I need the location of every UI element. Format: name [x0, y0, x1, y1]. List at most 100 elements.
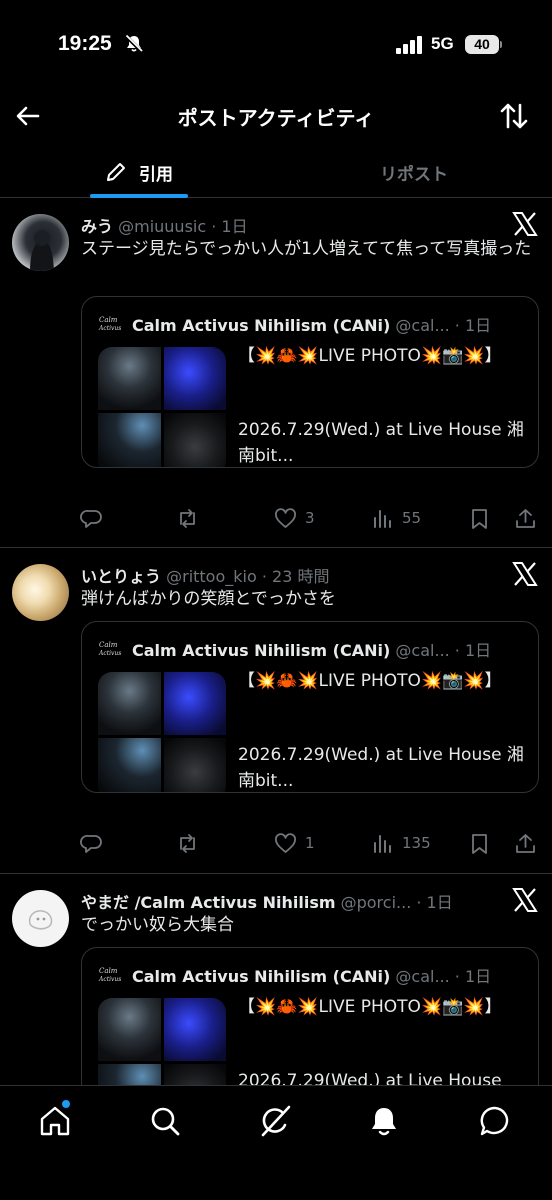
x-logo-icon[interactable]: [512, 211, 538, 237]
svg-text:Activus: Activus: [98, 325, 121, 332]
quote-title: 【💥🦀💥LIVE PHOTO💥📸💥】: [238, 346, 502, 366]
repost-button[interactable]: [176, 828, 207, 858]
svg-text:Activus: Activus: [98, 976, 121, 983]
handle[interactable]: @miuuusic: [118, 217, 206, 236]
post[interactable]: やまだ /Calm Activus Nihilism @porci... · 1…: [0, 875, 552, 1085]
handle[interactable]: @porci...: [341, 893, 412, 912]
quote-handle: @cal...: [395, 967, 450, 986]
live-photo-thumbnail[interactable]: [98, 998, 226, 1085]
sort-icon[interactable]: [498, 100, 530, 132]
avatar[interactable]: [12, 564, 69, 621]
share-button[interactable]: [514, 503, 537, 533]
notification-dot: [62, 1100, 70, 1108]
views-chart-icon: [374, 834, 391, 853]
post-time: · 1日: [416, 893, 453, 912]
quote-display-name: Calm Activus Nihilism (CANi): [132, 967, 391, 986]
active-tab-indicator: [90, 194, 188, 198]
bottom-nav: [0, 1085, 552, 1200]
x-logo-icon[interactable]: [512, 561, 538, 587]
reply-button[interactable]: [80, 503, 111, 533]
status-bar: 19:25 5G 40: [0, 0, 552, 90]
repost-icon: [180, 508, 195, 528]
quote-time: · 1日: [454, 641, 492, 660]
photo-guitarist-blue: [163, 347, 226, 410]
display-name[interactable]: やまだ /Calm Activus Nihilism: [81, 893, 336, 912]
quote-header: Calm Activus Nihilism (CANi) @cal... · 1…: [132, 963, 502, 987]
share-button[interactable]: [514, 828, 537, 858]
grok-icon[interactable]: [258, 1104, 292, 1138]
post[interactable]: みう @miuuusic · 1日 ステージ見たらでっかい人が1人増えてて焦って…: [0, 199, 552, 548]
avatar[interactable]: [12, 214, 69, 271]
quote-title: 【💥🦀💥LIVE PHOTO💥📸💥】: [238, 997, 502, 1017]
quoted-post-card[interactable]: Calm Activus Calm Activus Nihilism (CANi…: [81, 947, 539, 1085]
views-button[interactable]: 55: [371, 503, 421, 533]
messages-icon[interactable]: [478, 1104, 512, 1138]
bookmark-icon: [472, 508, 487, 529]
like-button[interactable]: 3: [274, 503, 315, 533]
post-header: みう @miuuusic · 1日: [81, 213, 506, 237]
bell-icon[interactable]: [367, 1104, 401, 1138]
battery-indicator: 40: [465, 35, 502, 54]
photo-drummer: [163, 1063, 226, 1085]
post-header: いとりょう @rittoo_kio · 23 時間: [81, 563, 506, 587]
bell-slash-icon: [124, 34, 144, 54]
display-name[interactable]: みう: [81, 217, 113, 236]
photo-guitarist-blue: [163, 998, 226, 1061]
post[interactable]: いとりょう @rittoo_kio · 23 時間 弾けんばかりの笑顔とでっかさ…: [0, 549, 552, 874]
bookmark-button[interactable]: [468, 503, 491, 533]
band-logo-icon: Calm Activus: [98, 967, 121, 983]
quotes-feed: みう @miuuusic · 1日 ステージ見たらでっかい人が1人増えてて焦って…: [0, 199, 552, 1085]
view-count: 135: [402, 834, 431, 852]
post-text: 弾けんばかりの笑顔とでっかさを: [81, 589, 336, 609]
live-photo-thumbnail[interactable]: [98, 672, 226, 792]
share-icon: [516, 508, 535, 528]
tab-quotes-label: 引用: [139, 164, 173, 185]
x-logo-icon[interactable]: [512, 887, 538, 913]
home-icon[interactable]: [38, 1104, 72, 1138]
tab-reposts[interactable]: リポスト: [340, 146, 488, 198]
photo-crowd: [98, 998, 161, 1061]
search-icon[interactable]: [148, 1104, 182, 1138]
photo-crowd: [98, 672, 161, 735]
display-name[interactable]: いとりょう: [81, 567, 161, 586]
quote-display-name: Calm Activus Nihilism (CANi): [132, 641, 391, 660]
svg-text:Activus: Activus: [98, 650, 121, 657]
repost-button[interactable]: [176, 503, 207, 533]
views-chart-icon: [374, 509, 391, 528]
svg-text:Calm: Calm: [99, 967, 118, 975]
photo-bassist: [98, 1063, 161, 1085]
share-icon: [516, 833, 535, 853]
repost-icon: [180, 833, 195, 853]
live-photo-thumbnail[interactable]: [98, 347, 226, 467]
quoted-post-card[interactable]: Calm Activus Calm Activus Nihilism (CANi…: [81, 296, 539, 468]
bookmark-button[interactable]: [468, 828, 491, 858]
svg-text:Calm: Calm: [99, 316, 118, 324]
post-actions: 3 55: [80, 503, 540, 533]
page-title: ポストアクティビティ: [177, 106, 375, 130]
heart-icon: [275, 507, 296, 528]
quote-body: 2026.7.29(Wed.) at Live House 湘南bit...: [238, 745, 524, 791]
post-text: でっかい奴ら大集合: [81, 915, 234, 935]
post-text: ステージ見たらでっかい人が1人増えてて焦って写真撮った: [81, 239, 532, 259]
views-button[interactable]: 135: [371, 828, 431, 858]
photo-drummer: [163, 412, 226, 467]
reply-icon: [80, 834, 102, 853]
post-actions: 1 135: [80, 828, 540, 858]
tab-quotes[interactable]: 引用: [90, 146, 188, 198]
quote-header: Calm Activus Nihilism (CANi) @cal... · 1…: [132, 637, 502, 661]
quote-time: · 1日: [454, 967, 492, 986]
like-count: 1: [305, 834, 315, 852]
tab-reposts-label: リポスト: [380, 164, 448, 185]
handle[interactable]: @rittoo_kio: [166, 567, 257, 586]
photo-drummer: [163, 737, 226, 792]
like-button[interactable]: 1: [274, 828, 315, 858]
quoted-post-card[interactable]: Calm Activus Calm Activus Nihilism (CANi…: [81, 621, 539, 793]
photo-crowd: [98, 347, 161, 410]
avatar[interactable]: [12, 890, 69, 947]
bookmark-icon: [472, 833, 487, 854]
reply-button[interactable]: [80, 828, 111, 858]
battery-tip: [500, 41, 502, 48]
post-time: · 1日: [211, 217, 248, 236]
quote-time: · 1日: [454, 316, 492, 335]
status-time: 19:25: [58, 32, 112, 55]
